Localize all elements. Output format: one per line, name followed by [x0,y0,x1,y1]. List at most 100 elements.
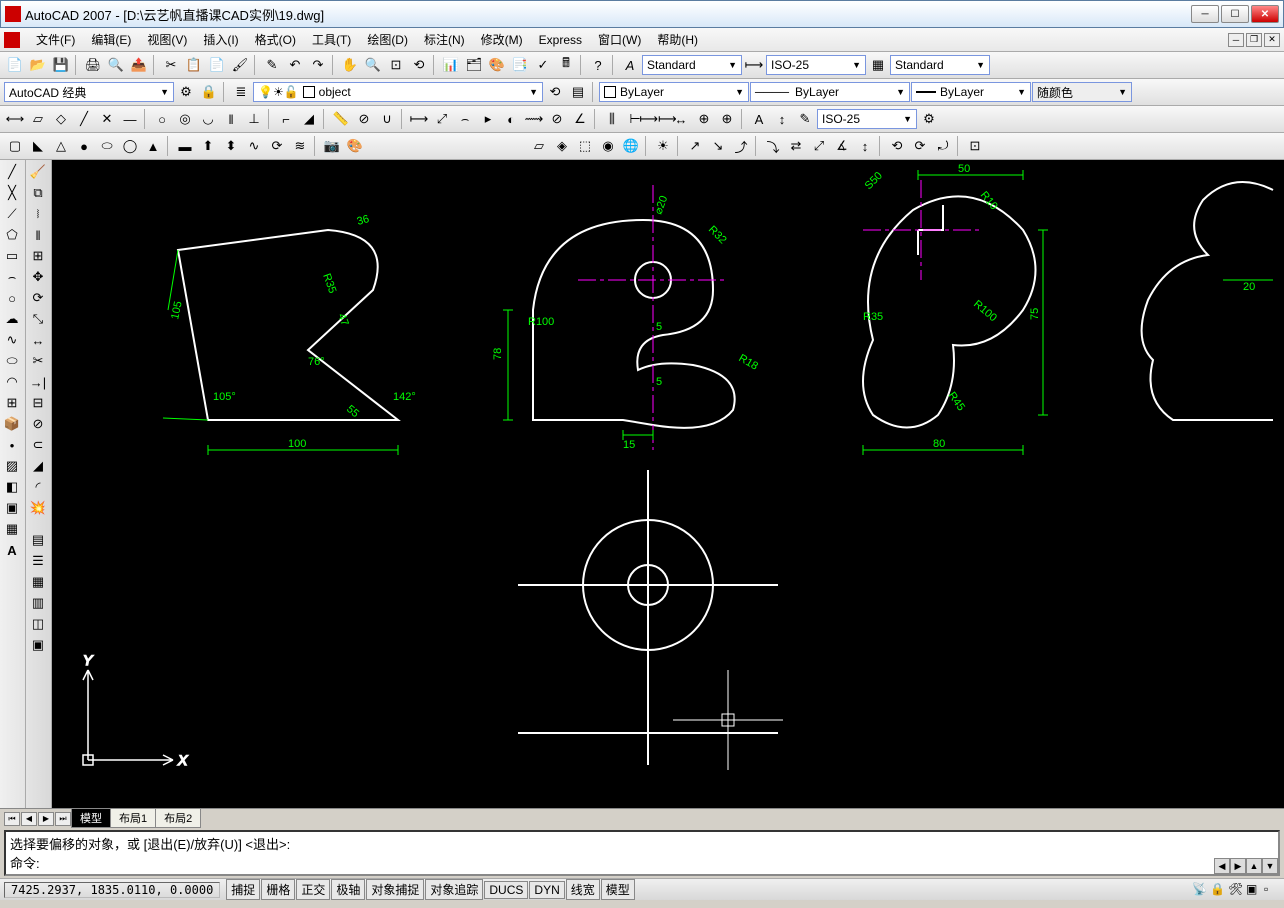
mdi-restore[interactable]: ❐ [1246,33,1262,47]
xline-icon[interactable]: ✕ [96,108,118,130]
model-toggle[interactable]: 模型 [601,879,635,900]
hatch-tool-icon[interactable]: ▨ [1,456,23,476]
tray-tool-icon[interactable]: 🛠 [1228,882,1244,898]
plot-icon[interactable]: 🖨 [82,54,104,76]
arc-icon[interactable]: ◡ [197,108,219,130]
dimoverride-icon[interactable]: ✎ [794,108,816,130]
menu-help[interactable]: 帮助(H) [649,29,706,50]
inq6-icon[interactable]: ⤢ [808,135,830,157]
cone-icon[interactable]: △ [50,135,72,157]
inq1-icon[interactable]: ↗ [684,135,706,157]
region-tool-icon[interactable]: ▣ [1,498,23,518]
ortho-toggle[interactable]: 正交 [296,879,330,900]
presspull-icon[interactable]: ⬍ [220,135,242,157]
dimjogged-icon[interactable]: ⟿ [523,108,545,130]
offset-icon[interactable]: ‖ [220,108,242,130]
dimstyle-btn-icon[interactable]: ⚙ [918,108,940,130]
color-combo[interactable]: ByLayer▼ [599,82,749,102]
linetype-combo[interactable]: ────ByLayer▼ [750,82,910,102]
cylinder-icon[interactable]: ⬭ [96,135,118,157]
pline-tool-icon[interactable]: ⟋ [1,204,23,224]
ray-icon[interactable]: — [119,108,141,130]
ellipsearc-tool-icon[interactable]: ◠ [1,372,23,392]
toolpalette-icon[interactable]: 🎨 [486,54,508,76]
open-icon[interactable]: 📂 [27,54,49,76]
pyramid-icon[interactable]: ▲ [142,135,164,157]
menu-view[interactable]: 视图(V) [139,29,195,50]
measure-icon[interactable]: 📏 [330,108,352,130]
inq3-icon[interactable]: ⤴ [730,135,752,157]
grid-toggle[interactable]: 栅格 [261,879,295,900]
mtext-tool-icon[interactable]: A [1,540,23,560]
zoomrt-icon[interactable]: 🔍 [362,54,384,76]
dc-icon[interactable]: 🗂 [463,54,485,76]
polygon-tool-icon[interactable]: ⬠ [1,225,23,245]
camera-icon[interactable]: 📷 [321,135,343,157]
gradient-tool-icon[interactable]: ◧ [1,477,23,497]
breakat-tool-icon[interactable]: ⊟ [27,393,49,413]
drawing-canvas[interactable]: 100 105 105° 76° 55 142° 36 R35 47 78 R1… [52,160,1284,808]
offset-tool-icon[interactable]: ‖ [27,225,49,245]
circle-tool-icon[interactable]: ○ [1,288,23,308]
menu-tools[interactable]: 工具(T) [304,29,359,50]
join-tool-icon[interactable]: ⊂ [27,435,49,455]
line-icon[interactable]: ╱ [73,108,95,130]
3dshade-icon[interactable]: 🌐 [620,135,642,157]
distance-icon[interactable]: ⟷ [4,108,26,130]
array-tool-icon[interactable]: ⊞ [27,246,49,266]
menu-modify[interactable]: 修改(M) [473,29,531,50]
dimangular-icon[interactable]: ∠ [569,108,591,130]
tab-layout1[interactable]: 布局1 [110,809,156,828]
scale-tool-icon[interactable]: ⤡ [27,309,49,329]
explode-tool-icon[interactable]: 💥 [27,498,49,518]
tablestyle-icon[interactable]: ▦ [867,54,889,76]
et4-icon[interactable]: ▥ [27,593,49,613]
dimaligned-icon[interactable]: ⤢ [431,108,453,130]
tab-layout2[interactable]: 布局2 [155,809,201,828]
inq12-icon[interactable]: ⊡ [964,135,986,157]
menu-file[interactable]: 文件(F) [28,29,83,50]
layer-manager-icon[interactable]: ≣ [230,81,252,103]
lineweight-combo[interactable]: ByLayer▼ [911,82,1031,102]
zoomprev-icon[interactable]: ⟲ [408,54,430,76]
dimedit-icon[interactable]: A [748,108,770,130]
minimize-button[interactable]: ─ [1191,5,1219,23]
et2-icon[interactable]: ☰ [27,551,49,571]
stretch-tool-icon[interactable]: ↔ [27,330,49,350]
tab-model[interactable]: 模型 [71,809,111,828]
new-icon[interactable]: 📄 [4,54,26,76]
fillet-tool-icon[interactable]: ◜ [27,477,49,497]
redo-icon[interactable]: ↷ [307,54,329,76]
inq8-icon[interactable]: ↕ [854,135,876,157]
donut-icon[interactable]: ◎ [174,108,196,130]
sweep-icon[interactable]: ∿ [243,135,265,157]
tab-last-icon[interactable]: ⏭ [55,812,71,826]
revolve-icon[interactable]: ⟳ [266,135,288,157]
tablestyle-combo[interactable]: Standard▼ [890,55,990,75]
menu-edit[interactable]: 编辑(E) [83,29,139,50]
mirror-tool-icon[interactable]: ⧘ [27,204,49,224]
et5-icon[interactable]: ◫ [27,614,49,634]
mdi-close[interactable]: ✕ [1264,33,1280,47]
inq7-icon[interactable]: ∡ [831,135,853,157]
lwt-toggle[interactable]: 线宽 [566,879,600,900]
workspace-lock-icon[interactable]: 🔒 [198,81,220,103]
inq9-icon[interactable]: ⟲ [886,135,908,157]
tray-max-icon[interactable]: ▣ [1246,882,1262,898]
cmd-scroll-up-icon[interactable]: ▲ [1246,858,1262,874]
publish-icon[interactable]: 📤 [128,54,150,76]
menu-format[interactable]: 格式(O) [247,29,304,50]
osnap-toggle[interactable]: 对象捕捉 [366,879,424,900]
ellipse-tool-icon[interactable]: ⬭ [1,351,23,371]
extend-tool-icon[interactable]: →| [27,372,49,392]
area-icon[interactable]: ▱ [27,108,49,130]
loft-icon[interactable]: ≋ [289,135,311,157]
markup-icon[interactable]: ✓ [532,54,554,76]
render-icon[interactable]: 🎨 [344,135,366,157]
dimdiameter-icon[interactable]: ⊘ [546,108,568,130]
3dface-icon[interactable]: ◈ [551,135,573,157]
inq11-icon[interactable]: ⤾ [932,135,954,157]
sphere-icon[interactable]: ● [73,135,95,157]
break-tool-icon[interactable]: ⊘ [27,414,49,434]
rotate-tool-icon[interactable]: ⟳ [27,288,49,308]
